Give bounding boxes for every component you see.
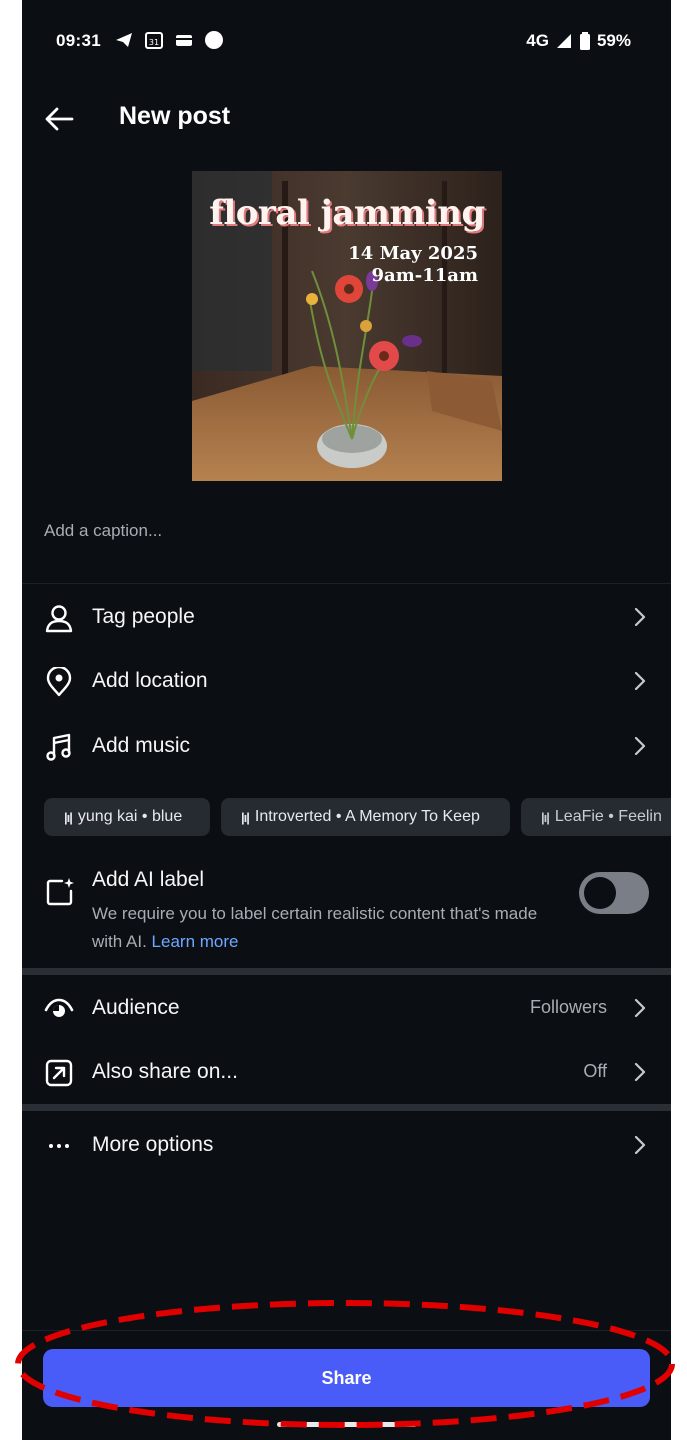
chevron-right-icon bbox=[634, 736, 646, 756]
wallet-icon bbox=[176, 35, 192, 46]
more-dots-icon bbox=[49, 1144, 69, 1148]
app-screen: 09:31 31 4G 59% New post floral jamming … bbox=[22, 0, 671, 1440]
music-note-icon bbox=[46, 733, 71, 761]
eye-icon bbox=[44, 998, 74, 1017]
chevron-right-icon bbox=[634, 1135, 646, 1155]
audio-bars-icon: |ı| bbox=[64, 809, 73, 825]
ai-label-description: We require you to label certain realisti… bbox=[92, 900, 552, 956]
preview-date: 14 May 2025 bbox=[348, 243, 478, 264]
chevron-right-icon bbox=[634, 607, 646, 627]
more-options-row[interactable]: More options bbox=[22, 1117, 671, 1173]
page-title: New post bbox=[119, 102, 231, 130]
section-divider bbox=[22, 968, 671, 975]
chevron-right-icon bbox=[634, 671, 646, 691]
add-location-label: Add location bbox=[92, 669, 208, 692]
divider bbox=[22, 583, 671, 584]
status-bar: 09:31 31 4G 59% bbox=[22, 0, 671, 80]
dot-icon bbox=[205, 31, 223, 49]
calendar-icon: 31 bbox=[145, 32, 163, 49]
audience-value: Followers bbox=[529, 997, 607, 1017]
audience-label: Audience bbox=[92, 996, 180, 1019]
battery-percent: 59% bbox=[596, 31, 631, 50]
music-chip[interactable]: |ı| LeaFie • Feelin bbox=[521, 798, 671, 836]
battery-icon bbox=[579, 32, 590, 50]
tag-people-row[interactable]: Tag people bbox=[22, 589, 671, 645]
add-music-row[interactable]: Add music bbox=[22, 718, 671, 774]
network-type: 4G bbox=[526, 31, 549, 50]
preview-headline: floral jamming bbox=[209, 193, 485, 233]
tag-people-label: Tag people bbox=[92, 605, 195, 628]
share-external-icon bbox=[45, 1059, 73, 1087]
learn-more-link[interactable]: Learn more bbox=[152, 932, 239, 951]
more-options-label: More options bbox=[92, 1133, 214, 1156]
status-time: 09:31 bbox=[56, 31, 101, 50]
post-preview-image[interactable]: floral jamming 14 May 2025 9am-11am bbox=[192, 171, 502, 481]
status-right: 4G 59% bbox=[526, 31, 631, 51]
audio-bars-icon: |ı| bbox=[241, 809, 250, 825]
section-divider bbox=[22, 1104, 671, 1111]
music-chip-label: LeaFie • Feelin bbox=[554, 808, 662, 825]
also-share-value: Off bbox=[583, 1061, 607, 1081]
also-share-label: Also share on... bbox=[92, 1060, 238, 1083]
telegram-icon bbox=[116, 33, 132, 47]
person-icon bbox=[45, 605, 73, 633]
ai-sparkle-icon bbox=[46, 878, 74, 906]
location-pin-icon bbox=[46, 667, 72, 697]
ai-label-toggle[interactable] bbox=[579, 872, 649, 914]
notification-icons: 31 bbox=[114, 30, 224, 50]
bottom-divider bbox=[22, 1330, 671, 1331]
music-chip[interactable]: |ı| Introverted • A Memory To Keep bbox=[221, 798, 510, 836]
back-arrow-icon[interactable] bbox=[42, 102, 76, 136]
ai-label-title: Add AI label bbox=[92, 868, 205, 891]
toggle-knob bbox=[584, 877, 616, 909]
music-suggestions: |ı| yung kai • blue |ı| Introverted • A … bbox=[44, 798, 671, 836]
share-button[interactable]: Share bbox=[43, 1349, 650, 1407]
chevron-right-icon bbox=[634, 998, 646, 1018]
also-share-row[interactable]: Also share on... Off bbox=[22, 1044, 671, 1100]
top-bar: New post bbox=[22, 92, 671, 144]
home-indicator[interactable] bbox=[277, 1422, 417, 1427]
preview-time: 9am-11am bbox=[371, 265, 478, 286]
music-chip[interactable]: |ı| yung kai • blue bbox=[44, 798, 210, 836]
add-music-label: Add music bbox=[92, 734, 191, 757]
add-location-row[interactable]: Add location bbox=[22, 653, 671, 709]
audio-bars-icon: |ı| bbox=[541, 809, 550, 825]
ai-label-row: Add AI label We require you to label cer… bbox=[22, 862, 671, 962]
music-chip-label: yung kai • blue bbox=[77, 808, 183, 825]
svg-text:31: 31 bbox=[149, 38, 159, 47]
music-chip-label: Introverted • A Memory To Keep bbox=[254, 808, 480, 825]
preview-date-block: 14 May 2025 9am-11am bbox=[348, 243, 478, 287]
chevron-right-icon bbox=[634, 1062, 646, 1082]
signal-icon bbox=[556, 34, 571, 48]
audience-row[interactable]: Audience Followers bbox=[22, 980, 671, 1036]
caption-input[interactable]: Add a caption... bbox=[44, 521, 162, 541]
